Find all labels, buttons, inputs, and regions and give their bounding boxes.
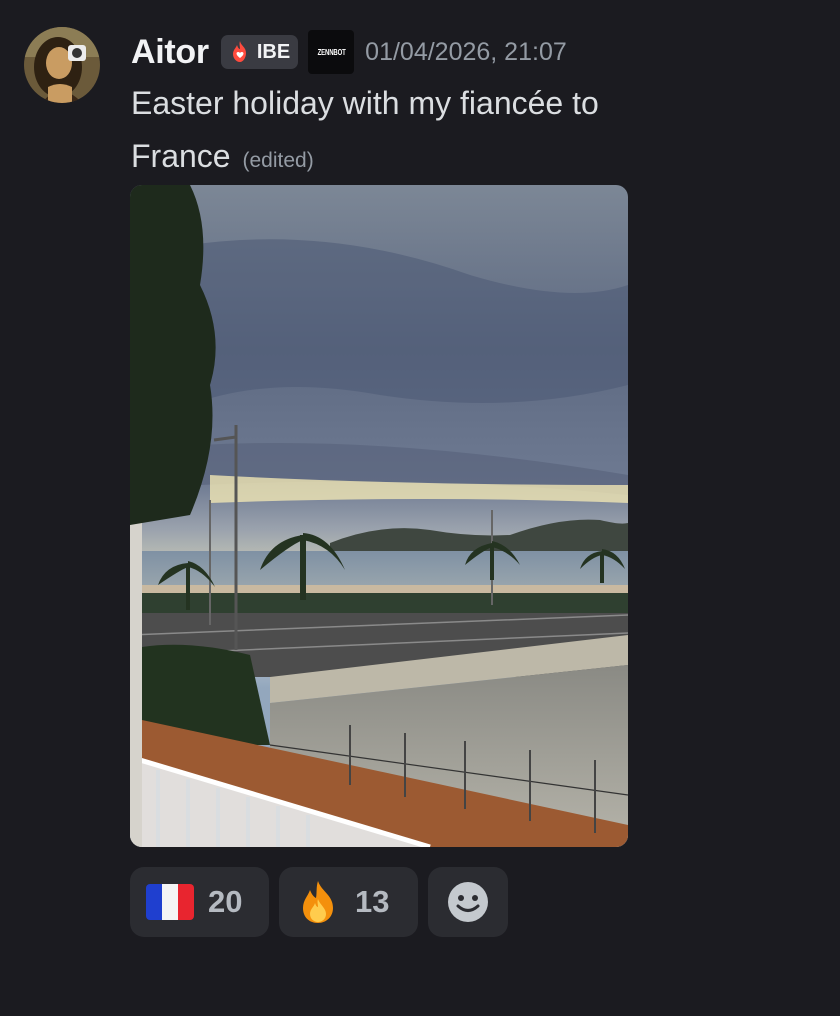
reaction-count: 13 bbox=[355, 884, 390, 919]
image-attachment[interactable] bbox=[130, 185, 628, 847]
message-timestamp[interactable]: 01/04/2026, 21:07 bbox=[365, 38, 567, 67]
chat-message: Aitor IBE ZENNBOT 01/04/2026, 21:07 East… bbox=[0, 0, 840, 1016]
portrait-avatar-icon bbox=[24, 27, 100, 103]
guild-tag-label: IBE bbox=[256, 40, 291, 63]
message-content: Easter holiday with my fiancée to France… bbox=[131, 77, 691, 187]
edited-indicator: (edited) bbox=[242, 149, 314, 172]
fire-icon bbox=[303, 881, 333, 923]
add-reaction-button[interactable] bbox=[428, 867, 508, 937]
guild-tag-badge[interactable]: IBE bbox=[220, 35, 299, 69]
reaction-flag-france[interactable]: 20 bbox=[130, 867, 269, 937]
smiley-icon bbox=[448, 882, 488, 922]
bot-badge-label: ZENNBOT bbox=[317, 47, 346, 57]
message-header: Aitor IBE ZENNBOT 01/04/2026, 21:07 bbox=[131, 30, 567, 74]
reactions-bar: 20 13 bbox=[130, 867, 508, 937]
flag-france-icon bbox=[146, 884, 194, 920]
author-name[interactable]: Aitor bbox=[131, 33, 209, 72]
reaction-count: 20 bbox=[208, 884, 243, 919]
bot-badge[interactable]: ZENNBOT bbox=[308, 30, 355, 74]
seaside-promenade-sunset-photo bbox=[130, 185, 628, 847]
reaction-fire[interactable]: 13 bbox=[279, 867, 418, 937]
user-avatar[interactable] bbox=[24, 27, 100, 103]
message-text: Easter holiday with my fiancée to France bbox=[131, 85, 599, 174]
fire-heart-icon bbox=[232, 41, 246, 62]
